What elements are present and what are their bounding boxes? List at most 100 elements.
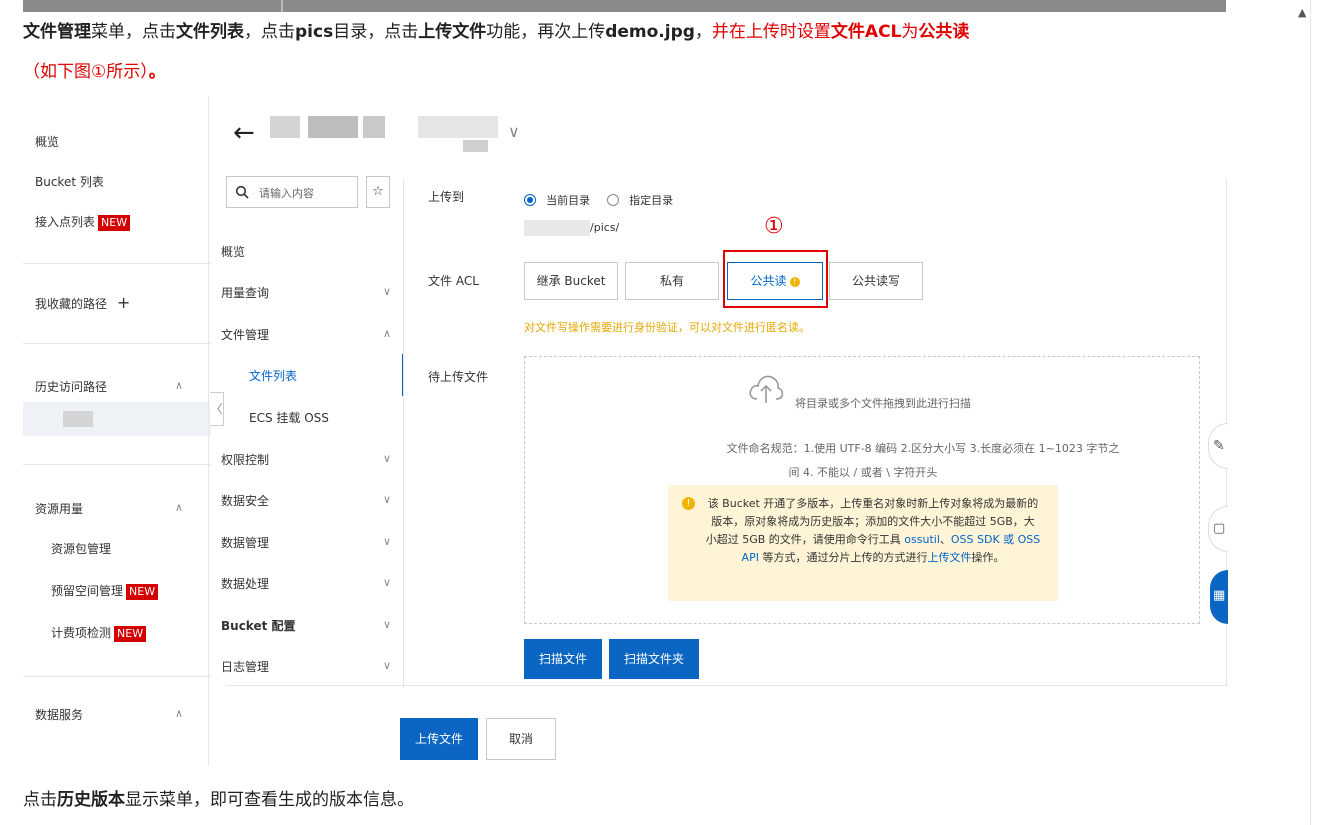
bucket-nav-bucket-config[interactable]: Bucket 配置: [221, 617, 296, 634]
blurred-bucket-name: [463, 140, 488, 152]
nav-overview[interactable]: 概览: [35, 133, 59, 150]
new-badge: NEW: [126, 584, 159, 600]
text-file-management: 文件管理: [23, 22, 91, 42]
chevron-down-icon[interactable]: ∨: [383, 452, 391, 465]
drop-zone-hint: 将目录或多个文件拖拽到此进行扫描: [795, 397, 971, 410]
blurred-bucket-name: [270, 116, 300, 138]
nav-reserved-space-label: 预留空间管理: [51, 584, 124, 598]
chevron-down-icon[interactable]: ∨: [508, 122, 520, 141]
scan-folder-button[interactable]: 扫描文件夹: [609, 639, 699, 679]
back-arrow-icon[interactable]: ←: [233, 118, 255, 148]
blurred-bucket-name: [418, 116, 498, 138]
bucket-nav-log-management[interactable]: 日志管理: [221, 658, 269, 675]
chevron-down-icon[interactable]: ∨: [383, 659, 391, 672]
acl-label: 文件 ACL: [428, 274, 479, 288]
console-screenshot: 概览 Bucket 列表 接入点列表 NEW 我收藏的路径 + 历史访问路径 ∧ …: [23, 96, 1228, 766]
radio-specified-dir-label: 指定目录: [629, 193, 674, 207]
bucket-nav-data-processing[interactable]: 数据处理: [221, 575, 269, 592]
annotation-marker: ①: [764, 214, 784, 239]
cancel-button[interactable]: 取消: [486, 718, 556, 760]
text-file-list: 文件列表: [176, 22, 244, 42]
bucket-nav-access-control[interactable]: 权限控制: [221, 451, 269, 468]
acl-option-inherit[interactable]: 继承 Bucket: [524, 262, 618, 300]
chevron-down-icon[interactable]: ∨: [383, 493, 391, 506]
naming-rule-line-1: 文件命名规范：1.使用 UTF-8 编码 2.区分大小写 3.长度必须在 1~1…: [726, 442, 1120, 455]
upload-file-link[interactable]: 上传文件: [927, 551, 971, 564]
acl-warning-text: 对文件写操作需要进行身份验证，可以对文件进行匿名读。: [524, 321, 810, 334]
panel-separator: [403, 178, 404, 688]
bucket-nav-file-management[interactable]: 文件管理: [221, 326, 269, 343]
naming-rules: 文件命名规范：1.使用 UTF-8 编码 2.区分大小写 3.长度必须在 1~1…: [525, 437, 1201, 485]
chevron-up-icon[interactable]: ∧: [175, 707, 183, 720]
cloud-upload-icon: [749, 375, 784, 403]
radio-current-dir[interactable]: 当前目录: [524, 189, 590, 208]
nav-bucket-list[interactable]: Bucket 列表: [35, 173, 104, 190]
acl-option-public-read[interactable]: 公共读!: [727, 262, 823, 300]
scan-files-button[interactable]: 扫描文件: [524, 639, 602, 679]
api-link[interactable]: API: [742, 551, 759, 564]
text-segment: 菜单，点击: [91, 22, 176, 42]
chevron-up-icon[interactable]: ∧: [175, 379, 183, 392]
apps-widget[interactable]: ▦: [1210, 570, 1228, 624]
drop-zone[interactable]: 将目录或多个文件拖拽到此进行扫描 文件命名规范：1.使用 UTF-8 编码 2.…: [524, 356, 1200, 624]
divider: [23, 263, 211, 264]
nav-access-points[interactable]: 接入点列表 NEW: [35, 213, 131, 231]
document-icon: ▢: [1213, 521, 1226, 536]
oss-sdk-link[interactable]: OSS SDK 或 OSS: [951, 533, 1040, 546]
chevron-down-icon[interactable]: ∨: [383, 535, 391, 548]
notice-text: 小超过 5GB 的文件，请使用命令行工具: [705, 533, 905, 546]
nav-data-service[interactable]: 数据服务: [35, 706, 83, 723]
new-badge: NEW: [98, 215, 131, 231]
ossutil-link[interactable]: ossutil: [904, 533, 940, 546]
search-icon: [235, 185, 249, 199]
bucket-nav-overview[interactable]: 概览: [221, 243, 245, 260]
nav-billing-check[interactable]: 计费项检测 NEW: [51, 624, 147, 642]
bucket-nav-ecs-mount[interactable]: ECS 挂载 OSS: [249, 409, 329, 426]
nav-history[interactable]: 历史访问路径: [35, 378, 107, 395]
acl-option-private[interactable]: 私有: [625, 262, 719, 300]
add-icon[interactable]: +: [117, 293, 130, 312]
bucket-nav-usage[interactable]: 用量查询: [221, 284, 269, 301]
chevron-up-icon[interactable]: ∧: [175, 501, 183, 514]
text-public-read: 公共读: [918, 22, 970, 42]
text-pics: pics: [295, 22, 334, 42]
instruction-line-1: 文件管理菜单，点击文件列表，点击pics目录，点击上传文件功能，再次上传demo…: [23, 20, 969, 44]
bucket-nav-search[interactable]: 请输入内容: [226, 176, 358, 208]
nav-favorites[interactable]: 我收藏的路径 +: [35, 293, 130, 312]
notice-line-3: 小超过 5GB 的文件，请使用命令行工具 ossutil、OSS SDK 或 O…: [702, 531, 1044, 549]
acl-option-public-read-write[interactable]: 公共读写: [829, 262, 923, 300]
text-red-segment: 并在上传时设置: [711, 22, 831, 42]
text-file-acl: 文件ACL: [830, 22, 902, 42]
instruction-line-2: （如下图①所示）。: [23, 60, 166, 84]
bucket-nav-data-security[interactable]: 数据安全: [221, 492, 269, 509]
divider: [23, 676, 211, 677]
nav-resource-pkg[interactable]: 资源包管理: [51, 540, 111, 557]
help-widget[interactable]: ▢: [1208, 506, 1228, 552]
bucket-nav-data-management[interactable]: 数据管理: [221, 534, 269, 551]
bucket-nav-file-list[interactable]: 文件列表: [249, 367, 297, 384]
feedback-widget[interactable]: ✎: [1208, 423, 1228, 469]
text-period: 。: [148, 62, 166, 82]
star-icon[interactable]: ☆: [366, 176, 390, 208]
scroll-up-arrow-icon[interactable]: ▲: [1298, 6, 1306, 19]
acl-public-read-label: 公共读: [750, 274, 787, 288]
text-upload-file: 上传文件: [418, 22, 487, 42]
panel-bottom-border: [226, 685, 1228, 686]
nav-favorites-label: 我收藏的路径: [35, 297, 108, 311]
edit-icon: ✎: [1213, 438, 1225, 454]
chevron-up-icon[interactable]: ∧: [383, 327, 391, 340]
chevron-down-icon[interactable]: ∨: [383, 618, 391, 631]
nav-resources[interactable]: 资源用量: [35, 500, 83, 517]
chevron-down-icon[interactable]: ∨: [383, 285, 391, 298]
chevron-down-icon[interactable]: ∨: [383, 576, 391, 589]
history-entry[interactable]: [23, 402, 211, 436]
warning-icon: !: [789, 277, 800, 287]
instruction-footer: 点击历史版本显示菜单，即可查看生成的版本信息。: [23, 788, 414, 812]
nav-reserved-space[interactable]: 预留空间管理 NEW: [51, 582, 159, 600]
text-red-segment: 为: [901, 22, 919, 42]
upload-file-button[interactable]: 上传文件: [400, 718, 478, 760]
collapse-nav-icon[interactable]: 〈: [210, 392, 224, 426]
multi-version-notice: ! 该 Bucket 开通了多版本，上传重名对象时新上传对象将成为最新的 版本，…: [668, 485, 1058, 601]
radio-specified-dir[interactable]: 指定目录: [607, 189, 673, 208]
text-figure-ref: （如下图①所示）: [23, 62, 149, 82]
